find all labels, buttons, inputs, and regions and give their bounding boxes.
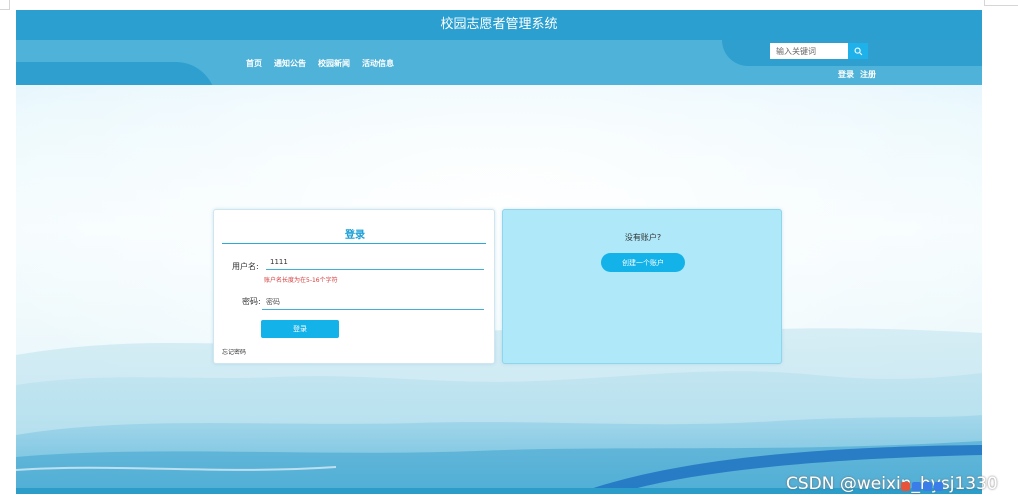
login-title-divider bbox=[222, 243, 486, 244]
username-input[interactable] bbox=[266, 254, 484, 270]
login-submit-button[interactable]: 登录 bbox=[261, 320, 339, 338]
title-bar: 校园志愿者管理系统 bbox=[16, 10, 982, 40]
search-input[interactable] bbox=[770, 43, 848, 59]
hero-background bbox=[16, 85, 982, 494]
username-label: 用户名: bbox=[232, 262, 259, 271]
login-link[interactable]: 登录 bbox=[838, 69, 854, 80]
no-account-text: 没有账户? bbox=[624, 233, 662, 242]
taskbar-app-icon bbox=[912, 482, 921, 491]
main-nav: 首页 通知公告 校园新闻 活动信息 bbox=[246, 58, 394, 69]
taskbar-app-icon bbox=[934, 482, 943, 491]
watermark: CSDN @weixin_bysj1330 bbox=[786, 474, 998, 494]
create-account-button[interactable]: 创建一个账户 bbox=[601, 253, 685, 272]
frame-corner-left bbox=[0, 0, 10, 10]
forgot-password-link[interactable]: 忘记密码 bbox=[222, 347, 246, 356]
register-card: 没有账户? 创建一个账户 bbox=[502, 209, 782, 364]
browser-frame: 校园志愿者管理系统 首页 通知公告 校园新闻 活动信息 登录 注册 bbox=[0, 0, 1018, 504]
hero-landscape-illustration bbox=[16, 85, 982, 494]
nav-item-activities[interactable]: 活动信息 bbox=[362, 58, 394, 69]
login-title: 登录 bbox=[345, 230, 365, 241]
password-label: 密码: bbox=[242, 297, 261, 306]
page: 校园志愿者管理系统 首页 通知公告 校园新闻 活动信息 登录 注册 bbox=[16, 10, 982, 494]
search-icon bbox=[854, 47, 862, 55]
nav-item-news[interactable]: 校园新闻 bbox=[318, 58, 350, 69]
frame-corner-right bbox=[984, 0, 1018, 6]
password-input[interactable] bbox=[262, 294, 484, 310]
nav-item-home[interactable]: 首页 bbox=[246, 58, 262, 69]
taskbar-icons bbox=[901, 482, 943, 491]
register-link[interactable]: 注册 bbox=[860, 69, 876, 80]
login-card: 登录 用户名: 账户名长度为在5-16个字符 密码: 登录 忘记密码 bbox=[213, 209, 495, 364]
search-button[interactable] bbox=[848, 43, 868, 59]
site-title: 校园志愿者管理系统 bbox=[440, 17, 558, 32]
taskbar-app-icon bbox=[923, 482, 932, 491]
auth-links: 登录 注册 bbox=[838, 69, 876, 80]
username-error-message: 账户名长度为在5-16个字符 bbox=[264, 277, 338, 284]
nav-item-notices[interactable]: 通知公告 bbox=[274, 58, 306, 69]
taskbar-app-icon bbox=[901, 482, 910, 491]
nav-wave-decoration-left bbox=[16, 62, 216, 85]
